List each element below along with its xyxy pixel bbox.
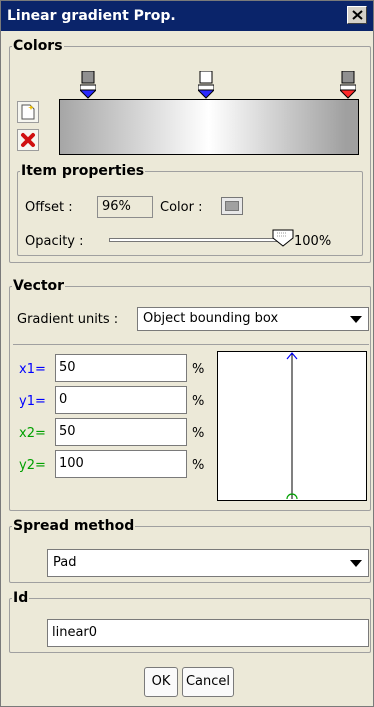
stop-marker-middle[interactable] [198, 71, 214, 99]
gradient-units-value: Object bounding box [143, 311, 279, 326]
color-swatch [225, 201, 239, 211]
close-button[interactable] [347, 6, 367, 24]
offset-value[interactable]: 96% [97, 196, 153, 218]
x1-percent: % [192, 362, 205, 377]
gradient-units-select[interactable]: Object bounding box [137, 307, 369, 331]
opacity-value: 100% [294, 234, 332, 249]
y2-percent: % [192, 458, 205, 473]
opacity-label: Opacity : [25, 234, 84, 249]
opacity-slider-thumb[interactable] [272, 229, 294, 247]
dialog-window: Linear gradient Prop. Colors Item proper… [0, 0, 374, 707]
dialog-title: Linear gradient Prop. [7, 8, 176, 24]
vector-preview-graphic [286, 352, 298, 500]
spread-method-value: Pad [53, 555, 77, 570]
color-label: Color : [160, 200, 203, 215]
add-stop-button[interactable] [17, 101, 39, 123]
vector-legend: Vector [13, 278, 65, 294]
y1-percent: % [192, 394, 205, 409]
vector-preview[interactable] [217, 351, 367, 501]
chevron-down-icon [350, 560, 362, 567]
new-stop-icon [21, 104, 35, 120]
chevron-down-icon [350, 316, 362, 323]
colors-legend: Colors [13, 38, 63, 54]
x2-percent: % [192, 426, 205, 441]
offset-label: Offset : [25, 200, 73, 215]
id-legend: Id [13, 590, 29, 606]
gradient-preview-bar[interactable] [59, 99, 359, 155]
x1-input[interactable]: 50 [55, 354, 187, 382]
opacity-slider-track[interactable] [109, 238, 285, 242]
ok-button[interactable]: OK [144, 667, 178, 697]
spread-method-legend: Spread method [13, 518, 135, 534]
cancel-button[interactable]: Cancel [182, 667, 234, 697]
id-input[interactable]: linear0 [47, 619, 369, 647]
x2-label: x2= [19, 426, 46, 441]
spread-method-select[interactable]: Pad [47, 549, 369, 577]
y1-label: y1= [19, 394, 46, 409]
stop-marker-start[interactable] [80, 71, 96, 99]
x2-input[interactable]: 50 [55, 418, 187, 446]
delete-icon [21, 133, 35, 147]
color-swatch-button[interactable] [221, 197, 243, 215]
delete-stop-button[interactable] [17, 129, 39, 151]
title-bar: Linear gradient Prop. [1, 1, 373, 31]
gradient-units-label: Gradient units : [17, 312, 119, 327]
vector-separator [13, 344, 369, 345]
y2-input[interactable]: 100 [55, 450, 187, 478]
close-icon [352, 10, 363, 20]
stop-marker-end[interactable] [340, 71, 356, 99]
item-properties-legend: Item properties [21, 163, 145, 179]
x1-label: x1= [19, 362, 46, 377]
y2-label: y2= [19, 458, 46, 473]
y1-input[interactable]: 0 [55, 386, 187, 414]
